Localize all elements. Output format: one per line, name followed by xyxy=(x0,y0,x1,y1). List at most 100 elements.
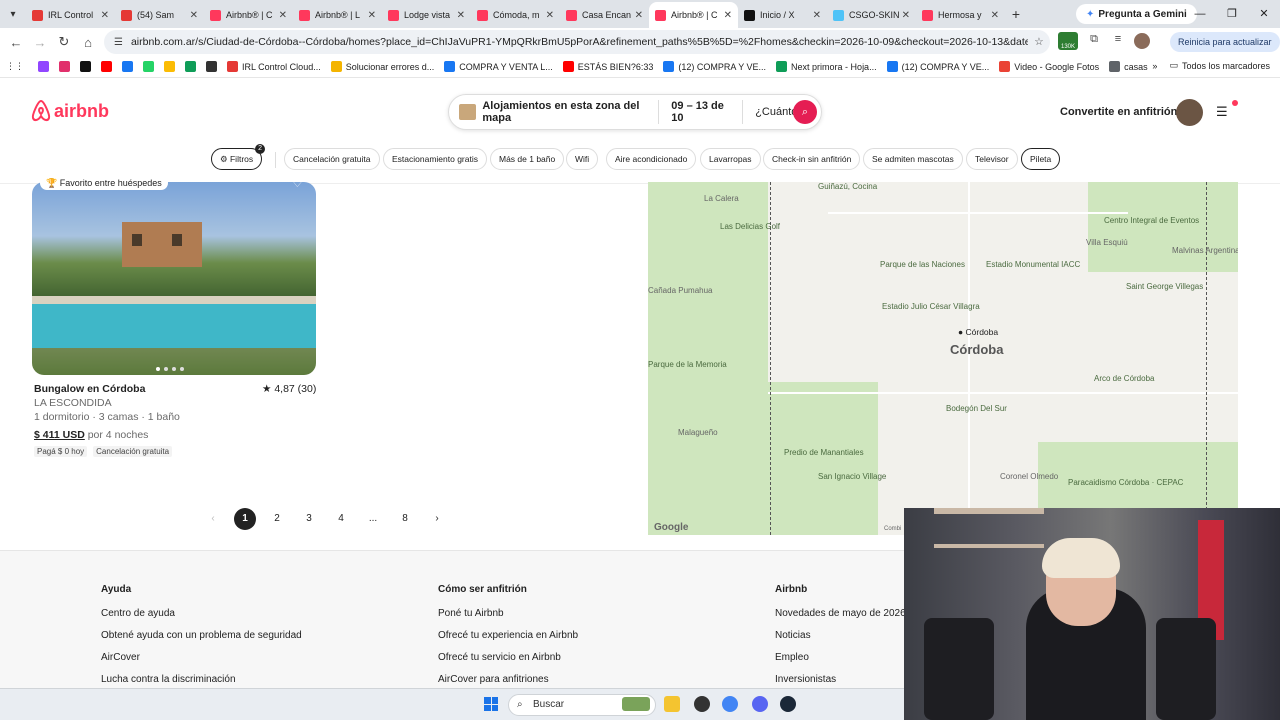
browser-tab[interactable]: IRL Control ✕ xyxy=(26,2,115,28)
forward-icon[interactable]: → xyxy=(28,35,52,50)
filter-chip[interactable]: Televisor xyxy=(966,148,1018,170)
tab-close-icon[interactable]: ✕ xyxy=(813,10,821,21)
browser-tab[interactable]: Inicio / X ✕ xyxy=(738,2,827,28)
page-number-button[interactable]: 8 xyxy=(394,508,416,530)
footer-link[interactable]: Lucha contra la discriminación xyxy=(101,674,302,685)
bookmark-item[interactable] xyxy=(101,61,116,72)
browser-tab[interactable]: Hermosa y ✕ xyxy=(916,2,1005,28)
address-bar[interactable]: ☰ airbnb.com.ar/s/Ciudad-de-Córdoba--Cór… xyxy=(104,30,1050,54)
tab-close-icon[interactable]: ✕ xyxy=(368,10,376,21)
footer-link[interactable]: Inversionistas xyxy=(775,674,906,685)
map[interactable]: La Calera Guiñazú, Cocina Las Delicias Gol… xyxy=(648,182,1238,535)
footer-link[interactable]: Poné tu Airbnb xyxy=(438,608,578,619)
update-button[interactable]: Reinicia para actualizar ⋮ xyxy=(1170,32,1280,67)
heart-icon[interactable]: ♡ xyxy=(292,176,303,190)
footer-link[interactable]: Empleo xyxy=(775,652,906,663)
tab-close-icon[interactable]: ✕ xyxy=(902,10,910,21)
tab-close-icon[interactable]: ✕ xyxy=(546,10,554,21)
search-location[interactable]: Alojamientos en esta zona del mapa xyxy=(482,100,660,124)
footer-link[interactable]: Centro de ayuda xyxy=(101,608,302,619)
bookmark-item[interactable]: (12) COMPRA Y VE... xyxy=(663,61,766,72)
browser-tab[interactable]: Airbnb® | C ✕ xyxy=(649,2,738,28)
more-bookmarks-icon[interactable]: » xyxy=(1152,61,1157,71)
bookmark-item[interactable] xyxy=(80,61,95,72)
tab-close-icon[interactable]: ✕ xyxy=(101,10,109,21)
file-explorer-icon[interactable] xyxy=(664,696,680,712)
bookmark-item[interactable] xyxy=(206,61,221,72)
listing-price[interactable]: $ 411 USD xyxy=(34,429,85,441)
widget-icon[interactable] xyxy=(622,697,650,711)
minimize-button[interactable]: — xyxy=(1184,0,1216,28)
url-text[interactable]: airbnb.com.ar/s/Ciudad-de-Córdoba--Córdo… xyxy=(131,36,1028,48)
media-icon[interactable]: ≡ xyxy=(1110,33,1126,49)
browser-tab[interactable]: Cómoda, m ✕ xyxy=(471,2,560,28)
tab-close-icon[interactable]: ✕ xyxy=(279,10,287,21)
bookmark-item[interactable]: casas xyxy=(1109,61,1148,72)
filters-button[interactable]: ⚙ Filtros 2 xyxy=(211,144,266,170)
bookmark-item[interactable]: Solucionar errores d... xyxy=(330,61,434,72)
footer-link[interactable]: AirCover xyxy=(101,652,302,663)
bookmark-item[interactable]: Next primora - Hoja... xyxy=(776,61,877,72)
discord-icon[interactable] xyxy=(752,696,768,712)
bookmark-item[interactable]: ESTÁS BIEN?6:33 xyxy=(562,61,653,72)
steam-icon[interactable] xyxy=(780,696,796,712)
bookmark-item[interactable]: COMPRA Y VENTA L... xyxy=(444,61,553,72)
browser-tab[interactable]: (54) Sam ✕ xyxy=(115,2,204,28)
map-pin[interactable]: ● Córdoba xyxy=(958,327,998,337)
browser-tab[interactable]: Airbnb® | C ✕ xyxy=(204,2,293,28)
airbnb-logo[interactable]: airbnb xyxy=(31,100,109,122)
extension-badge[interactable]: 130K xyxy=(1058,32,1078,50)
menu-icon[interactable]: ☰ xyxy=(1216,104,1228,120)
app-icon[interactable] xyxy=(694,696,710,712)
back-icon[interactable]: ← xyxy=(4,35,28,50)
restore-button[interactable]: ❐ xyxy=(1216,0,1248,28)
bookmark-item[interactable] xyxy=(185,61,200,72)
listing-title[interactable]: Bungalow en Córdoba xyxy=(34,383,145,395)
windows-start-icon[interactable] xyxy=(484,697,498,711)
footer-link[interactable]: Ofrecé tu servicio en Airbnb xyxy=(438,652,578,663)
browser-tab[interactable]: CSGO-SKIN ✕ xyxy=(827,2,916,28)
tab-close-icon[interactable]: ✕ xyxy=(991,10,999,21)
bookmark-item[interactable]: (12) COMPRA Y VE... xyxy=(886,61,989,72)
bookmark-item[interactable] xyxy=(59,61,74,72)
search-button[interactable]: ⌕ xyxy=(793,100,817,124)
become-host-link[interactable]: Convertite en anfitrión xyxy=(1060,106,1177,118)
extensions-icon[interactable]: ⧉ xyxy=(1086,33,1102,49)
page-number-button[interactable]: 2 xyxy=(266,508,288,530)
site-info-icon[interactable]: ☰ xyxy=(114,37,123,48)
browser-tab[interactable]: Airbnb® | L ✕ xyxy=(293,2,382,28)
page-number-button[interactable]: 3 xyxy=(298,508,320,530)
home-icon[interactable]: ⌂ xyxy=(76,35,100,50)
footer-link[interactable]: Ofrecé tu experiencia en Airbnb xyxy=(438,630,578,641)
filter-chip[interactable]: Estacionamiento gratis xyxy=(383,148,487,170)
filter-chip[interactable]: Aire acondicionado xyxy=(606,148,697,170)
filter-chip[interactable]: Lavarropas xyxy=(700,148,761,170)
footer-link[interactable]: AirCover para anfitriones xyxy=(438,674,578,685)
new-tab-button[interactable]: + xyxy=(1005,6,1027,22)
tab-close-icon[interactable]: ✕ xyxy=(457,10,465,21)
tab-close-icon[interactable]: ✕ xyxy=(190,10,198,21)
filter-chip[interactable]: Wifi xyxy=(566,148,599,170)
page-number-button[interactable]: 4 xyxy=(330,508,352,530)
filter-chip[interactable]: Cancelación gratuita xyxy=(284,148,380,170)
browser-tab[interactable]: Casa Encan ✕ xyxy=(560,2,649,28)
tab-close-icon[interactable]: ✕ xyxy=(635,10,643,21)
user-avatar[interactable] xyxy=(1176,99,1203,126)
footer-link[interactable]: Noticias xyxy=(775,630,906,641)
bookmark-star-icon[interactable]: ☆ xyxy=(1028,36,1050,48)
apps-icon[interactable]: ⋮⋮ xyxy=(6,61,24,72)
bookmark-item[interactable]: IRL Control Cloud... xyxy=(227,61,321,72)
filter-chip[interactable]: Check-in sin anfitrión xyxy=(763,148,861,170)
filter-chip[interactable]: Pileta xyxy=(1021,148,1061,170)
footer-link[interactable]: Obtené ayuda con un problema de segurida… xyxy=(101,630,302,641)
all-bookmarks[interactable]: » ▭ Todos los marcadores xyxy=(1152,60,1270,71)
bookmark-item[interactable] xyxy=(143,61,158,72)
gemini-button[interactable]: ✦ Pregunta a Gemini xyxy=(1076,4,1197,24)
listing-photo[interactable] xyxy=(32,182,316,375)
prev-page-button[interactable]: ‹ xyxy=(202,508,224,530)
tab-close-icon[interactable]: ✕ xyxy=(724,10,732,21)
bookmark-item[interactable] xyxy=(122,61,137,72)
search-bar[interactable]: Alojamientos en esta zona del mapa 09 – … xyxy=(448,94,822,130)
footer-link[interactable]: Novedades de mayo de 2026 xyxy=(775,608,906,619)
chrome-icon[interactable] xyxy=(722,696,738,712)
